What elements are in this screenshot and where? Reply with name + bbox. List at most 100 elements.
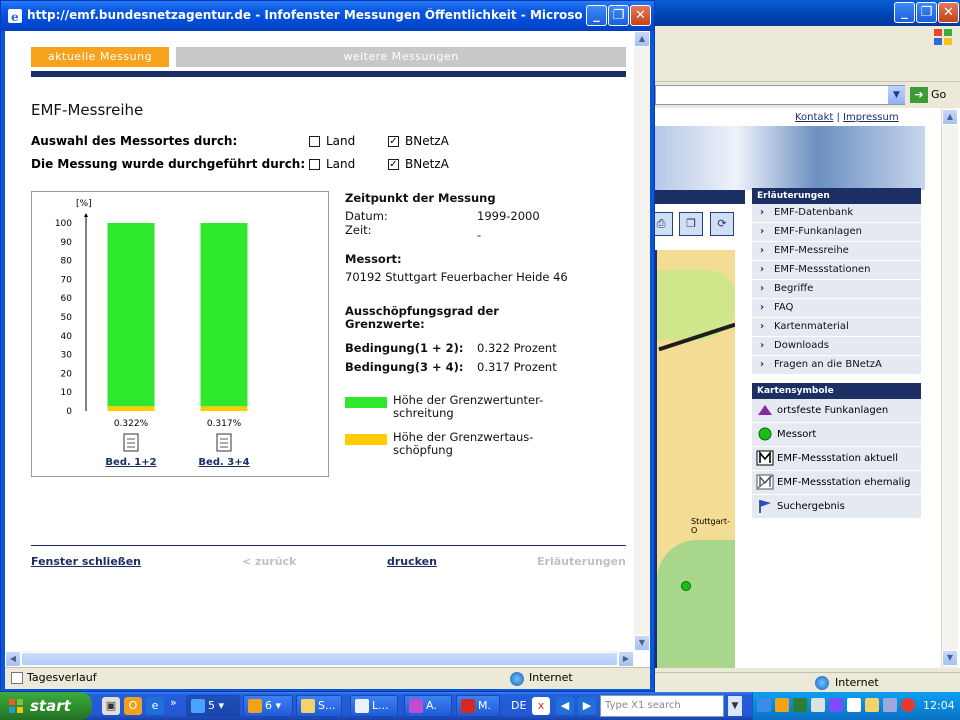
- tab-more-measurements[interactable]: weitere Messungen: [176, 47, 626, 67]
- y-tick-label: 50: [61, 313, 73, 323]
- sidebar-item-kartenmaterial[interactable]: › Kartenmaterial: [752, 318, 921, 337]
- taskbar-item-app[interactable]: A.: [404, 695, 452, 717]
- tray-icon[interactable]: [757, 698, 771, 712]
- sidebar-item-emf-messreihe[interactable]: › EMF-Messreihe: [752, 242, 921, 261]
- station-active-icon: [756, 450, 774, 466]
- popup-horizontal-scrollbar[interactable]: ◀ ▶: [5, 651, 634, 667]
- ie-icon: e: [8, 9, 22, 24]
- maximize-button[interactable]: ❐: [916, 2, 937, 23]
- taskbar-item-word[interactable]: L...: [350, 695, 398, 717]
- checkbox-location-land[interactable]: [309, 136, 320, 147]
- symbol-row-suchergebnis: Suchergebnis: [752, 495, 921, 519]
- address-input[interactable]: [655, 85, 905, 105]
- back-link[interactable]: < zurück: [242, 555, 296, 568]
- explanations-sidebar: Erläuterungen › EMF-Datenbank › EMF-Funkan…: [752, 188, 921, 519]
- impressum-link[interactable]: Impressum: [843, 112, 899, 123]
- close-button[interactable]: ✕: [938, 2, 959, 23]
- page-icon: [11, 672, 23, 684]
- checkbox-measured-land[interactable]: [309, 159, 320, 170]
- background-vertical-scrollbar[interactable]: ▲ ▼: [941, 108, 958, 668]
- speaker-icon[interactable]: [883, 698, 897, 712]
- x1-icon[interactable]: x: [532, 697, 550, 715]
- taskbar-item-folder[interactable]: S...: [296, 695, 342, 717]
- popup-close-button[interactable]: ✕: [630, 5, 651, 26]
- taskbar-item-acrobat[interactable]: M.: [456, 695, 500, 717]
- info-date-value: 1999-2000: [477, 209, 540, 223]
- taskbar-group-ie[interactable]: 5 ▾: [186, 695, 240, 717]
- bar-segment: [200, 406, 248, 411]
- popup-title-bar[interactable]: e http://emf.bundesnetzagentur.de - Info…: [1, 1, 654, 31]
- scroll-right-icon[interactable]: ▶: [618, 651, 634, 667]
- category-link[interactable]: Bed. 3+4: [198, 457, 249, 468]
- clock: 12:04: [923, 699, 955, 712]
- close-window-link[interactable]: Fenster schließen: [31, 555, 141, 568]
- windows-flag-icon: [9, 699, 23, 713]
- contact-link[interactable]: Kontakt: [795, 112, 833, 123]
- app-icon: [409, 699, 423, 713]
- network-icon[interactable]: [847, 698, 861, 712]
- chevron-right-icon: ›: [760, 321, 765, 332]
- sidebar-item-fragen[interactable]: › Fragen an die BNetzA: [752, 356, 921, 375]
- sidebar-item-faq[interactable]: › FAQ: [752, 299, 921, 318]
- security-icon[interactable]: [901, 698, 915, 712]
- address-dropdown-icon[interactable]: ▼: [888, 86, 905, 104]
- category-link[interactable]: Bed. 1+2: [105, 457, 156, 468]
- refresh-tool-icon[interactable]: ⟳: [710, 212, 734, 236]
- map-messort-marker[interactable]: [681, 581, 691, 591]
- sidebar-item-label: EMF-Funkanlagen: [774, 226, 863, 237]
- bar-value-label: 0.322%: [114, 419, 149, 429]
- back-arrow-icon[interactable]: ◀: [556, 697, 574, 715]
- popup-maximize-button[interactable]: ❐: [608, 5, 629, 26]
- start-button[interactable]: start: [0, 692, 92, 720]
- minimize-button[interactable]: _: [894, 2, 915, 23]
- popup-vertical-scrollbar[interactable]: ▲ ▼: [634, 31, 650, 651]
- tray-icon[interactable]: [829, 698, 843, 712]
- chevron-right-icon: ›: [760, 302, 765, 313]
- scroll-up-icon[interactable]: ▲: [634, 31, 650, 47]
- sidebar-item-emf-funkanlagen[interactable]: › EMF-Funkanlagen: [752, 223, 921, 242]
- ie-quicklaunch-icon[interactable]: e: [146, 697, 164, 715]
- sidebar-item-emf-messstationen[interactable]: › EMF-Messstationen: [752, 261, 921, 280]
- copy-tool-icon[interactable]: ❐: [679, 212, 703, 236]
- search-dropdown-icon[interactable]: ▼: [728, 696, 742, 716]
- desktop-quicklaunch-icon[interactable]: ▣: [102, 697, 120, 715]
- tray-icon[interactable]: [775, 698, 789, 712]
- scroll-down-icon[interactable]: ▼: [634, 635, 650, 651]
- explanations-link[interactable]: Erläuterungen: [537, 555, 626, 568]
- header-banner-image: [655, 126, 925, 190]
- map-view[interactable]: Stuttgart-O: [655, 250, 735, 668]
- popup-minimize-button[interactable]: _: [586, 5, 607, 26]
- checkbox-location-bnetza[interactable]: ✓: [388, 136, 399, 147]
- background-address-bar: ▼ ➔ Go: [655, 82, 960, 108]
- forward-arrow-icon[interactable]: ▶: [578, 697, 596, 715]
- print-link[interactable]: drucken: [387, 555, 437, 568]
- tab-current-measurement[interactable]: aktuelle Messung: [31, 47, 169, 67]
- popup-browser-window: e http://emf.bundesnetzagentur.de - Info…: [0, 0, 655, 692]
- tray-icon[interactable]: [865, 698, 879, 712]
- scroll-up-icon[interactable]: ▲: [942, 109, 958, 125]
- language-indicator[interactable]: DE: [511, 692, 526, 720]
- green-dot-icon: [758, 427, 772, 441]
- y-axis-arrow: [84, 213, 88, 217]
- y-tick-label: 60: [61, 294, 73, 304]
- x1-search-input[interactable]: Type X1 search: [600, 695, 724, 717]
- taskbar-group-outlook[interactable]: 6 ▾: [243, 695, 293, 717]
- info-time-label: Zeit:: [345, 223, 372, 237]
- quicklaunch-more-icon[interactable]: »: [170, 696, 177, 709]
- go-button[interactable]: ➔ Go: [910, 86, 958, 104]
- outlook-quicklaunch-icon[interactable]: O: [124, 697, 142, 715]
- legend-label-yellow-1: Höhe der Grenzwertaus-: [393, 430, 534, 444]
- scroll-down-icon[interactable]: ▼: [942, 650, 958, 666]
- sidebar-item-emf-datenbank[interactable]: › EMF-Datenbank: [752, 204, 921, 223]
- y-tick-label: 30: [61, 351, 73, 361]
- horizontal-scroll-thumb[interactable]: [21, 652, 618, 666]
- sidebar-item-downloads[interactable]: › Downloads: [752, 337, 921, 356]
- y-axis-unit-label: [%]: [76, 199, 92, 209]
- tray-icon[interactable]: [811, 698, 825, 712]
- scroll-left-icon[interactable]: ◀: [5, 651, 21, 667]
- tray-icon[interactable]: [793, 698, 807, 712]
- go-label: Go: [931, 88, 947, 101]
- checkbox-measured-bnetza[interactable]: ✓: [388, 159, 399, 170]
- internet-globe-icon: [815, 676, 829, 690]
- sidebar-item-begriffe[interactable]: › Begriffe: [752, 280, 921, 299]
